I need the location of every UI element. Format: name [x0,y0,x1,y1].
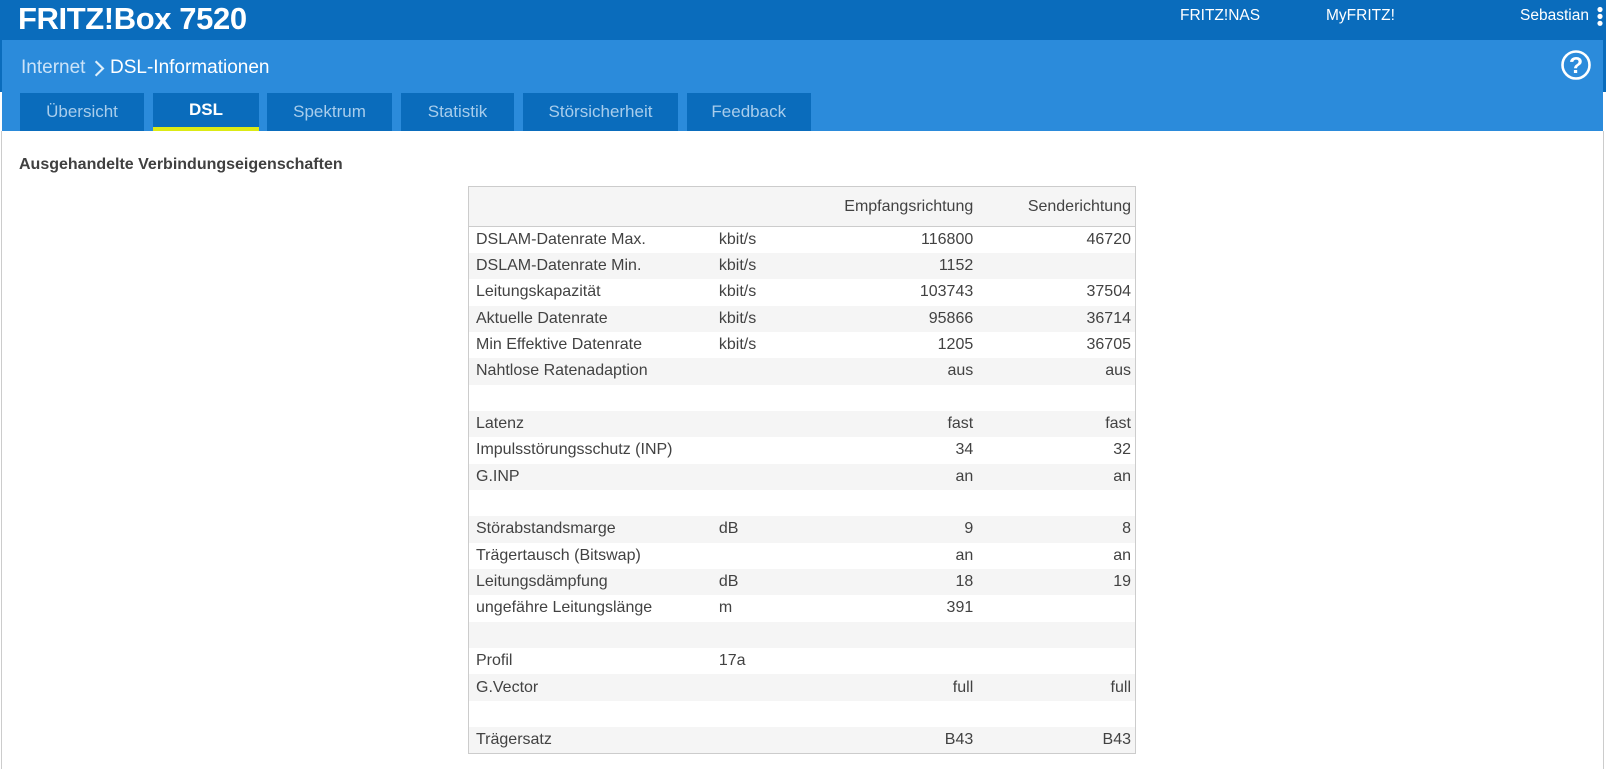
svg-text:?: ? [1569,52,1583,78]
